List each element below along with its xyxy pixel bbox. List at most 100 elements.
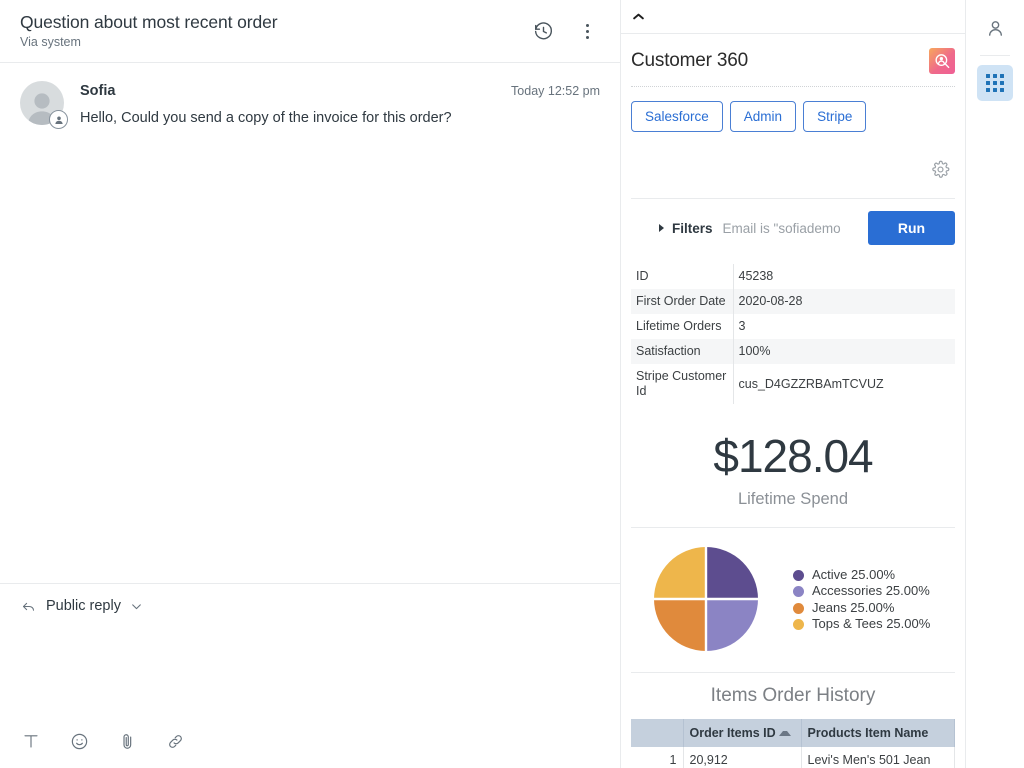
legend-swatch-tops-tees (793, 619, 804, 630)
tab-salesforce[interactable]: Salesforce (631, 101, 723, 132)
pie-slice-active (706, 547, 758, 599)
more-vertical-icon (585, 23, 589, 39)
more-options-button[interactable] (572, 16, 602, 46)
legend-label: Accessories 25.00% (812, 583, 930, 598)
customer360-panel: Customer 360 Salesforce Admin Stripe Fil… (621, 0, 966, 768)
emoji-icon[interactable] (68, 730, 90, 752)
order-history-table: Order Items ID Products Item Name 1 20,9… (631, 719, 955, 768)
detail-value: cus_D4GZZRBAmTCVUZ (738, 376, 884, 391)
detail-key: Stripe Customer Id (631, 364, 734, 404)
filter-bar: Filters Email is "sofiademo Run (631, 199, 955, 258)
detail-key: Lifetime Orders (631, 314, 734, 339)
legend-label: Jeans 25.00% (812, 599, 895, 615)
reply-mode-label: Public reply (46, 598, 121, 614)
message-author: Sofia (80, 83, 116, 99)
legend-item[interactable]: Jeans 25.00% (793, 600, 955, 616)
table-row: Stripe Customer Id cus_D4GZZRBAmTCVUZ (631, 364, 955, 404)
text-format-icon[interactable] (20, 730, 42, 752)
detail-key: ID (631, 264, 734, 289)
message-list: Sofia Today 12:52 pm Hello, Could you se… (0, 63, 620, 583)
rail-item-apps[interactable] (977, 65, 1013, 101)
apps-grid-icon (986, 74, 1004, 92)
attachment-icon[interactable] (116, 730, 138, 752)
table-row: ID 45238 (631, 264, 955, 289)
panel-title: Customer 360 (631, 50, 748, 71)
sort-ascending-icon (779, 730, 791, 736)
user-icon (988, 20, 1002, 36)
table-header-row: Order Items ID Products Item Name (631, 719, 955, 747)
table-row: 1 20,912 Levi's Men's 501 Jean (631, 747, 955, 768)
detail-value: 3 (738, 319, 746, 333)
lifetime-spend-label: Lifetime Spend (737, 490, 849, 508)
composer-toolbar (20, 730, 600, 752)
run-button[interactable]: Run (868, 211, 955, 245)
cell-product-name: Levi's Men's 501 Jean (801, 747, 955, 768)
legend-label: Tops & Tees 25.00% (812, 616, 931, 631)
legend-item[interactable]: Tops & Tees 25.00% (793, 616, 955, 632)
message-body: Sofia Today 12:52 pm Hello, Could you se… (80, 81, 600, 129)
conversation-header-texts: Question about most recent order Via sys… (20, 11, 528, 51)
pie-slice-accessories (706, 599, 758, 651)
integration-tabs: Salesforce Admin Stripe (631, 87, 955, 132)
chevron-down-icon (132, 603, 141, 609)
pie-chart-graphic (631, 546, 781, 652)
conversation-title: Question about most recent order (20, 12, 278, 32)
settings-button[interactable] (925, 154, 955, 184)
composer: Public reply (0, 583, 620, 768)
message-timestamp: Today 12:52 pm (511, 84, 600, 98)
lifetime-spend-stat: $128.04 Lifetime Spend (631, 404, 955, 527)
table-row: Satisfaction 100% (631, 339, 955, 364)
pie-legend: Active 25.00% Accessories 25.00% Jeans 2… (793, 567, 955, 632)
row-index: 1 (631, 747, 684, 768)
detail-key: First Order Date (631, 289, 734, 314)
history-button[interactable] (528, 16, 558, 46)
customer-search-icon (929, 48, 955, 74)
rail-item-user[interactable] (977, 10, 1013, 46)
legend-item[interactable]: Active 25.00% (793, 567, 955, 583)
tab-admin[interactable]: Admin (729, 101, 797, 132)
category-pie-chart: Active 25.00% Accessories 25.00% Jeans 2… (631, 528, 955, 672)
column-order-items-id-label: Order Items ID (689, 726, 776, 740)
reply-mode-selector[interactable]: Public reply (20, 598, 600, 614)
message-item: Sofia Today 12:52 pm Hello, Could you se… (20, 81, 600, 129)
panel-content: Customer 360 Salesforce Admin Stripe Fil… (621, 34, 965, 768)
avatar (20, 81, 68, 129)
order-history-header: Order Items ID Products Item Name (631, 719, 955, 747)
panel-settings-row (631, 132, 955, 198)
filter-summary: Email is "sofiademo (722, 220, 841, 236)
order-history-title: Items Order History (710, 685, 876, 706)
conversation-pane: Question about most recent order Via sys… (0, 0, 621, 768)
link-icon[interactable] (164, 730, 186, 752)
pie-slices (653, 546, 759, 652)
column-products-item-name[interactable]: Products Item Name (801, 719, 955, 747)
pie-slice-tops-tees (654, 547, 706, 599)
detail-value: 2020-08-28 (733, 289, 955, 314)
customer-details-body: ID 45238 First Order Date 2020-08-28 Lif… (631, 264, 955, 404)
conversation-header-actions (528, 16, 602, 46)
composer-text-area[interactable] (20, 614, 600, 730)
app-root: Question about most recent order Via sys… (0, 0, 1024, 768)
legend-swatch-active (793, 569, 804, 581)
legend-swatch-jeans (793, 602, 804, 614)
column-index[interactable] (631, 719, 684, 747)
column-order-items-id[interactable]: Order Items ID (683, 719, 802, 747)
detail-key: Satisfaction (631, 339, 734, 364)
message-text: Hello, Could you send a copy of the invo… (80, 110, 452, 126)
filters-label: Filters (672, 220, 713, 236)
order-history-body: 1 20,912 Levi's Men's 501 Jean 2 46,543 … (631, 747, 955, 768)
conversation-header: Question about most recent order Via sys… (0, 0, 620, 63)
history-clock-icon (534, 21, 552, 39)
right-icon-rail (966, 0, 1024, 768)
legend-item[interactable]: Accessories 25.00% (793, 583, 955, 599)
filters-toggle[interactable]: Filters (631, 221, 713, 236)
panel-title-row: Customer 360 (631, 34, 955, 87)
tab-stripe[interactable]: Stripe (803, 101, 867, 132)
caret-right-icon (659, 224, 664, 232)
chevron-up-icon (633, 13, 644, 20)
end-user-icon (54, 116, 63, 124)
panel-scroll-area[interactable]: Customer 360 Salesforce Admin Stripe Fil… (621, 34, 965, 768)
rail-divider (980, 55, 1010, 56)
table-row: Lifetime Orders 3 (631, 314, 955, 339)
gear-icon (931, 160, 949, 178)
panel-collapse-button[interactable] (621, 0, 965, 34)
